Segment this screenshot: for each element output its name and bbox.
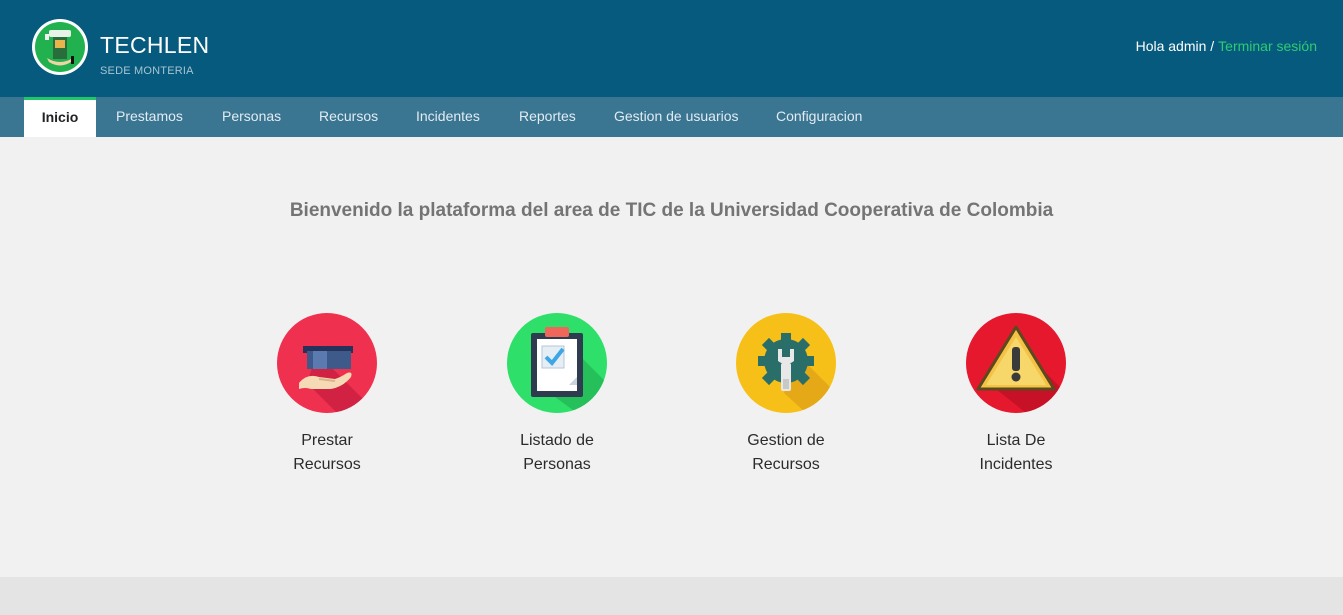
- user-greeting: Hola admin /: [1135, 38, 1215, 54]
- top-header: TECHLEN SEDE MONTERIA Hola admin / Termin…: [0, 0, 1343, 97]
- hand-box-icon: [277, 313, 377, 413]
- card-label: Prestar Recursos: [247, 429, 407, 477]
- card-label-line2: Recursos: [293, 456, 361, 473]
- nav-item-personas[interactable]: Personas: [222, 97, 281, 137]
- nav-item-incidentes[interactable]: Incidentes: [416, 97, 480, 137]
- card-lista-incidentes[interactable]: Lista De Incidentes: [936, 313, 1096, 477]
- card-prestar-recursos[interactable]: Prestar Recursos: [247, 313, 407, 477]
- card-label: Gestion de Recursos: [706, 429, 866, 477]
- nav-item-recursos[interactable]: Recursos: [319, 97, 378, 137]
- card-label: Listado de Personas: [477, 429, 637, 477]
- main-nav: Inicio Prestamos Personas Recursos Incid…: [0, 97, 1343, 137]
- clipboard-check-icon: [507, 313, 607, 413]
- gear-wrench-icon: [736, 313, 836, 413]
- nav-item-inicio[interactable]: Inicio: [24, 97, 96, 137]
- nav-item-prestamos[interactable]: Prestamos: [116, 97, 183, 137]
- logo-icon: [35, 22, 85, 72]
- main-content: Bienvenido la plataforma del area de TIC…: [0, 137, 1343, 577]
- nav-item-gestion-usuarios[interactable]: Gestion de usuarios: [614, 97, 739, 137]
- welcome-heading: Bienvenido la plataforma del area de TIC…: [289, 200, 1054, 221]
- card-label-line1: Gestion de: [747, 432, 825, 449]
- nav-item-configuracion[interactable]: Configuracion: [776, 97, 862, 137]
- warning-icon: [966, 313, 1066, 413]
- brand-title: TECHLEN: [100, 32, 210, 58]
- card-listado-personas[interactable]: Listado de Personas: [477, 313, 637, 477]
- card-gestion-recursos[interactable]: Gestion de Recursos: [706, 313, 866, 477]
- card-label-line1: Listado de: [520, 432, 594, 449]
- user-area: Hola admin / Terminar sesión: [1136, 38, 1317, 54]
- card-label: Lista De Incidentes: [936, 429, 1096, 477]
- card-label-line1: Prestar: [301, 432, 353, 449]
- brand-subtitle: SEDE MONTERIA: [100, 65, 194, 77]
- card-label-line1: Lista De: [986, 432, 1046, 449]
- card-label-line2: Personas: [523, 456, 591, 473]
- logout-link[interactable]: Terminar sesión: [1218, 38, 1317, 54]
- card-label-line2: Incidentes: [979, 456, 1053, 473]
- card-label-line2: Recursos: [752, 456, 820, 473]
- nav-item-reportes[interactable]: Reportes: [519, 97, 576, 137]
- app-logo[interactable]: [32, 19, 88, 75]
